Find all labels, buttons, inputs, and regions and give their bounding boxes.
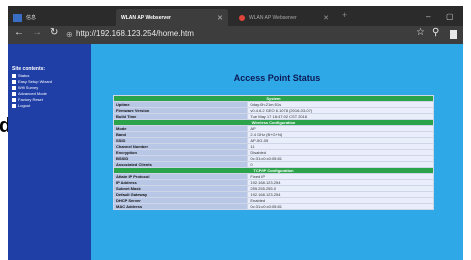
tab-close-icon[interactable]: ✕ <box>323 14 329 22</box>
page-info-icon[interactable]: ⊕ <box>66 30 73 39</box>
bookmark-star-icon[interactable]: ☆ <box>416 27 425 38</box>
row-value: 0c:31:c0:c0:05:81 <box>247 203 434 210</box>
sidebar-title: Site contents: <box>12 66 46 72</box>
browser-tab-bar: 信息 WLAN AP Webserver ✕ WLAN AP Webserver… <box>8 6 463 26</box>
tab-label: 信息 <box>26 15 37 21</box>
tab-label: WLAN AP Webserver <box>121 14 171 21</box>
minimize-icon[interactable]: ‒ <box>426 12 430 21</box>
sidebar-item-factory-reset[interactable]: Factory Reset <box>12 97 43 102</box>
page-icon <box>12 79 16 84</box>
page-title: Access Point Status <box>233 73 321 83</box>
tab-close-icon[interactable]: ✕ <box>217 14 223 22</box>
page-icon <box>12 73 16 78</box>
menu-icon[interactable] <box>450 30 457 39</box>
page-icon <box>12 91 16 96</box>
maximize-icon[interactable]: ▢ <box>446 12 454 21</box>
browser-tab-3[interactable]: WLAN AP Webserver ✕ <box>234 9 334 26</box>
browser-tab-1[interactable]: 信息 <box>8 9 94 26</box>
status-table: System Uptime 0day:0h:21m:51s Firmware Vers… <box>112 95 434 210</box>
search-icon[interactable]: ⚲ <box>432 27 439 38</box>
table-row: MAC Address 0c:31:c0:c0:05:81 <box>112 203 434 210</box>
address-bar: ← → ↻ ⊕ http://192.168.123.254/home.htm … <box>8 26 463 44</box>
row-label: MAC Address <box>112 203 249 210</box>
browser-tab-2[interactable]: WLAN AP Webserver ✕ <box>116 9 228 26</box>
tab-favicon-icon <box>239 14 245 21</box>
main-panel: Access Point Status System Uptime 0day:0h:… <box>91 44 463 260</box>
reload-icon[interactable]: ↻ <box>50 27 58 38</box>
sidebar-item-easy-setup-wizard[interactable]: Easy Setup Wizard <box>12 79 52 84</box>
new-tab-icon[interactable]: + <box>342 10 347 20</box>
page-content: Site contents: Status Easy Setup Wizard … <box>8 44 463 260</box>
left-edge-text: d <box>0 112 11 140</box>
back-icon[interactable]: ← <box>14 27 24 38</box>
tab-favicon-icon <box>13 13 22 22</box>
sidebar: Site contents: Status Easy Setup Wizard … <box>8 44 91 260</box>
tab-label: WLAN AP Webserver <box>249 14 297 21</box>
url-input[interactable]: http://192.168.123.254/home.htm <box>76 29 194 38</box>
page-icon <box>12 103 16 108</box>
forward-icon[interactable]: → <box>32 27 42 38</box>
page-icon <box>12 85 16 90</box>
sidebar-item-wifi-survey[interactable]: Wifi Survey <box>12 85 38 90</box>
sidebar-item-logout[interactable]: Logout <box>12 103 30 108</box>
sidebar-item-advanced-mode[interactable]: Advanced Mode <box>12 91 47 96</box>
page-icon <box>12 97 16 102</box>
sidebar-item-status[interactable]: Status <box>12 73 29 78</box>
